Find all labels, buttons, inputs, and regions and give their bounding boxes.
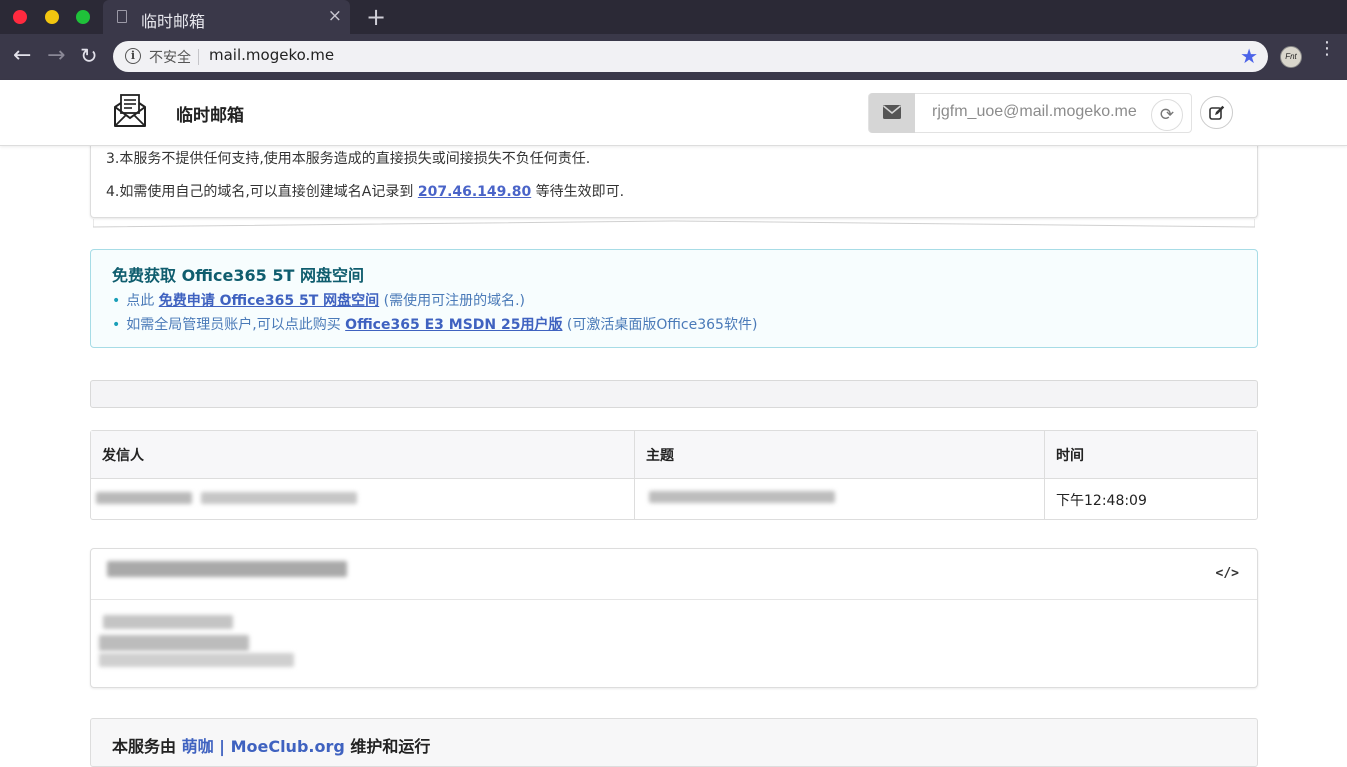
- mail-table: 发信人 主题 时间 下午12:48:09: [90, 430, 1258, 520]
- info-text: 如需全局管理员账户,可以点此购买: [126, 317, 346, 333]
- compose-button[interactable]: [1200, 96, 1233, 129]
- column-header-subject: 主题: [646, 448, 674, 464]
- info-text: 点此: [126, 293, 159, 309]
- info-text: (需使用可注册的域名.): [379, 293, 525, 309]
- envelope-logo-icon: [114, 94, 146, 127]
- tab-title: 临时邮箱: [141, 12, 206, 31]
- profile-avatar[interactable]: Fnt: [1280, 46, 1302, 68]
- paper-edge-decoration: [93, 219, 1255, 228]
- message-body-redacted: [103, 615, 233, 629]
- info-title: 免费获取 Office365 5T 网盘空间: [112, 266, 364, 285]
- info-icon[interactable]: i: [125, 48, 141, 64]
- info-text: (可激活桌面版Office365软件): [562, 317, 758, 333]
- view-source-button[interactable]: </>: [1216, 566, 1239, 581]
- url-text[interactable]: mail.mogeko.me: [209, 46, 334, 64]
- refresh-button[interactable]: ⟳: [1151, 99, 1183, 131]
- new-tab-button[interactable]: +: [366, 3, 386, 31]
- column-header-time: 时间: [1056, 448, 1084, 464]
- ip-link[interactable]: 207.46.149.80: [418, 184, 531, 200]
- close-tab-icon[interactable]: ×: [328, 6, 342, 26]
- bullet-icon: •: [112, 317, 121, 333]
- info-list-item: • 如需全局管理员账户,可以点此购买 Office365 E3 MSDN 25用户…: [112, 314, 757, 334]
- bookmark-star-icon[interactable]: ★: [1240, 44, 1258, 68]
- footer: 本服务由 萌咖 | MoeClub.org 维护和运行: [90, 718, 1258, 767]
- column-divider: [634, 431, 635, 519]
- empty-status-bar: [90, 380, 1258, 408]
- site-title: 临时邮箱: [176, 106, 244, 126]
- moeclub-link[interactable]: 萌咖 | MoeClub.org: [182, 737, 345, 756]
- maximize-window-button[interactable]: [76, 10, 90, 24]
- sender-redacted: [201, 492, 357, 504]
- info-list-item: • 点此 免费申请 Office365 5T 网盘空间 (需使用可注册的域名.): [112, 290, 525, 310]
- address-bar[interactable]: i 不安全 mail.mogeko.me ★: [113, 41, 1268, 72]
- message-subject-redacted: [107, 561, 347, 577]
- message-body-redacted: [99, 653, 294, 667]
- browser-toolbar: ← → ↻ i 不安全 mail.mogeko.me ★ Fnt ⋮: [0, 34, 1347, 80]
- time-cell: 下午12:48:09: [1056, 493, 1147, 509]
- mail-address-group: rjgfm_uoe@mail.mogeko.me ⟳: [868, 93, 1192, 133]
- mail-address[interactable]: rjgfm_uoe@mail.mogeko.me: [932, 103, 1137, 121]
- buy-office365-link[interactable]: Office365 E3 MSDN 25用户版: [345, 317, 562, 333]
- back-button[interactable]: ←: [13, 43, 31, 68]
- subject-redacted: [649, 491, 835, 503]
- separator: [198, 49, 199, 65]
- notice-text: 等待生效即可.: [531, 184, 625, 200]
- sender-redacted: [96, 492, 192, 504]
- free-office365-link[interactable]: 免费申请 Office365 5T 网盘空间: [159, 293, 379, 309]
- message-body-redacted: [99, 635, 249, 651]
- insecure-label[interactable]: 不安全: [149, 47, 191, 67]
- column-header-sender: 发信人: [102, 448, 144, 464]
- column-divider: [1044, 431, 1045, 519]
- footer-prefix: 本服务由: [112, 737, 182, 756]
- reload-button[interactable]: ↻: [80, 44, 98, 68]
- close-window-button[interactable]: [13, 10, 27, 24]
- mail-icon-box: [869, 93, 915, 133]
- message-header: </>: [91, 549, 1257, 600]
- page-header: 临时邮箱 rjgfm_uoe@mail.mogeko.me ⟳: [0, 80, 1347, 146]
- office365-info-box: 免费获取 Office365 5T 网盘空间 • 点此 免费申请 Office36…: [90, 249, 1258, 348]
- footer-text: 本服务由 萌咖 | MoeClub.org 维护和运行: [112, 733, 430, 757]
- edit-icon: [1209, 105, 1225, 120]
- bullet-icon: •: [112, 293, 121, 309]
- notice-text: 4.如需使用自己的域名,可以直接创建域名A记录到: [106, 184, 418, 200]
- browser-menu-icon[interactable]: ⋮: [1318, 40, 1336, 58]
- browser-tab-bar: 临时邮箱 × +: [0, 0, 1347, 34]
- document-icon: [117, 10, 127, 23]
- mail-icon: [883, 105, 901, 119]
- minimize-window-button[interactable]: [45, 10, 59, 24]
- footer-suffix: 维护和运行: [344, 737, 431, 756]
- browser-tab[interactable]: 临时邮箱 ×: [103, 0, 350, 34]
- notice-line: 3.本服务不提供任何支持,使用本服务造成的直接损失或间接损失不负任何责任.: [106, 151, 591, 167]
- message-card: </>: [90, 548, 1258, 688]
- notice-line: 4.如需使用自己的域名,可以直接创建域名A记录到 207.46.149.80 等…: [106, 181, 624, 201]
- forward-button[interactable]: →: [47, 43, 65, 68]
